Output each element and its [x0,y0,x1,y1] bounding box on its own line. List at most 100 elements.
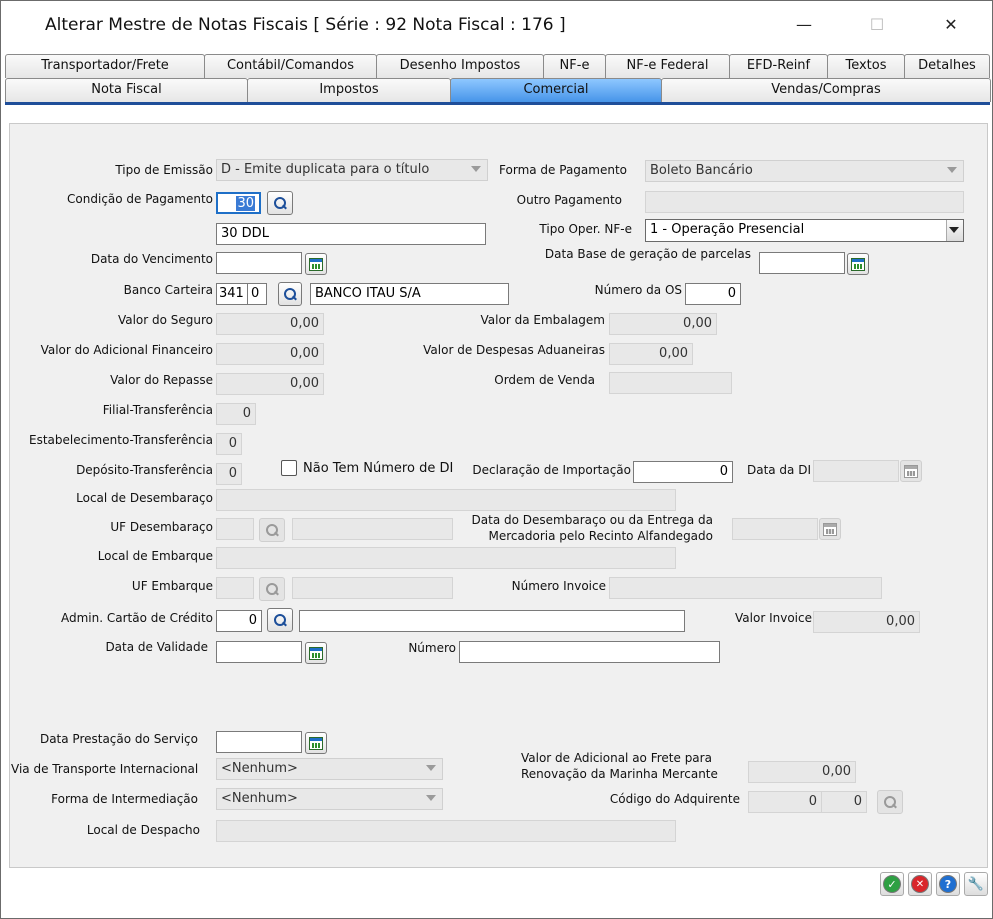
wrench-icon: 🔧 [967,876,985,892]
tipo-oper-value: 1 - Operação Presencial [650,222,805,237]
local-embarque-input[interactable] [216,547,676,569]
valor-adicional-input[interactable]: 0,00 [216,343,324,365]
numero-os-input[interactable]: 0 [685,283,741,305]
numero-invoice-label: Número Invoice [511,579,606,593]
outro-pagamento-input[interactable] [645,191,964,213]
codigo-adquirente-input-2[interactable]: 0 [821,791,867,813]
data-desembaraco-input[interactable] [732,518,818,540]
local-embarque-label: Local de Embarque [97,549,213,563]
uf-embarque-search-button[interactable] [259,577,285,601]
forma-pagamento-select[interactable]: Boleto Bancário [645,160,964,182]
tab-textos[interactable]: Textos [827,54,905,78]
uf-desembaraco-search-button[interactable] [259,518,285,542]
close-button[interactable]: ✕ [928,9,974,41]
condicao-pagamento-input[interactable]: 30 [216,192,261,214]
deposito-input[interactable]: 0 [216,463,242,485]
banco-input[interactable]: 341 [216,283,248,305]
help-button[interactable]: ? [936,872,960,896]
search-icon [273,613,287,627]
carteira-input[interactable]: 0 [247,283,267,305]
valor-despesas-input[interactable]: 0,00 [609,343,693,365]
valor-invoice-input[interactable]: 0,00 [813,611,920,633]
data-base-calendar-button[interactable] [847,253,869,275]
calendar-icon [309,646,323,660]
numero-input[interactable] [459,641,720,663]
chevron-down-icon [426,765,436,771]
valor-repasse-input[interactable]: 0,00 [216,373,324,395]
data-desembaraco-calendar-button[interactable] [819,518,841,540]
chevron-down-icon [426,795,436,801]
ordem-venda-input[interactable] [609,372,732,394]
data-prestacao-input[interactable] [216,731,302,753]
filial-input[interactable]: 0 [216,403,256,425]
codigo-adquirente-input-1[interactable]: 0 [748,791,822,813]
data-validade-input[interactable] [216,641,302,663]
tab-desenho-impostos[interactable]: Desenho Impostos [376,54,544,78]
uf-embarque-input[interactable] [216,577,254,599]
valor-adicional-label: Valor do Adicional Financeiro [40,343,213,357]
tab-nota-fiscal[interactable]: Nota Fiscal [5,78,248,102]
tab-comercial[interactable]: Comercial [450,78,662,105]
search-icon [283,287,297,301]
uf-embarque-desc-input[interactable] [292,577,453,599]
tipo-oper-select[interactable]: 1 - Operação Presencial [645,219,964,242]
uf-desembaraco-label: UF Desembaraço [110,520,213,534]
ok-button[interactable]: ✓ [880,872,904,896]
data-base-input[interactable] [759,252,845,274]
data-validade-calendar-button[interactable] [305,642,327,664]
local-despacho-input[interactable] [216,820,676,842]
nao-tem-di-label: Não Tem Número de DI [303,461,454,476]
uf-desembaraco-desc-input[interactable] [292,518,453,540]
banco-nome-input[interactable]: BANCO ITAU S/A [310,283,509,305]
tab-efd-reinf[interactable]: EFD-Reinf [729,54,828,78]
condicao-pagamento-label: Condição de Pagamento [67,192,213,206]
admin-cartao-input[interactable]: 0 [216,610,262,632]
numero-label: Número [408,641,456,655]
condicao-descricao-input[interactable]: 30 DDL [216,223,486,245]
data-vencimento-input[interactable] [216,252,302,274]
data-di-label: Data da DI [746,463,811,477]
tools-button[interactable]: 🔧 [964,872,988,896]
valor-seguro-input[interactable]: 0,00 [216,313,324,335]
estabelecimento-input[interactable]: 0 [216,433,242,455]
data-prestacao-calendar-button[interactable] [305,732,327,754]
tab-detalhes[interactable]: Detalhes [904,54,990,78]
admin-cartao-search-button[interactable] [267,608,293,632]
local-desembaraco-label: Local de Desembaraço [76,491,213,505]
codigo-adquirente-search-button[interactable] [877,790,903,814]
tab-vendas-compras[interactable]: Vendas/Compras [661,78,991,102]
data-di-calendar-button[interactable] [900,460,922,482]
valor-frete-label-line2: Renovação da Marinha Mercante [521,767,718,781]
cancel-button[interactable]: ✕ [908,872,932,896]
tipo-emissao-select[interactable]: D - Emite duplicata para o título [216,159,488,181]
nao-tem-di-checkbox[interactable] [281,460,297,476]
via-transporte-select[interactable]: <Nenhum> [216,758,443,780]
data-vencimento-calendar-button[interactable] [305,253,327,275]
codigo-adquirente-label: Código do Adquirente [609,792,740,806]
calendar-icon [851,257,865,271]
data-di-input[interactable] [813,460,899,482]
tab-impostos[interactable]: Impostos [247,78,451,102]
via-transporte-label: Via de Transporte Internacional [11,762,199,776]
valor-seguro-label: Valor do Seguro [117,313,213,327]
admin-cartao-desc-input[interactable] [299,610,685,632]
local-desembaraco-input[interactable] [216,489,676,511]
declaracao-input[interactable]: 0 [633,461,733,483]
banco-search-button[interactable] [278,282,302,306]
uf-desembaraco-input[interactable] [216,518,254,540]
tab-nfe[interactable]: NF-e [543,54,606,78]
tab-nfe-federal[interactable]: NF-e Federal [605,54,730,78]
uf-embarque-label: UF Embarque [131,579,213,593]
numero-invoice-input[interactable] [609,577,882,599]
forma-intermediacao-select[interactable]: <Nenhum> [216,788,443,810]
tab-contabil[interactable]: Contábil/Comandos [204,54,377,78]
search-icon [883,795,897,809]
valor-embalagem-input[interactable]: 0,00 [609,313,717,335]
deposito-label: Depósito-Transferência [76,463,213,477]
tab-transportador[interactable]: Transportador/Frete [5,54,205,78]
valor-frete-input[interactable]: 0,00 [748,761,856,783]
maximize-button[interactable]: ☐ [854,9,900,41]
condicao-search-button[interactable] [267,191,293,215]
minimize-button[interactable]: — [781,9,827,41]
main-window: Alterar Mestre de Notas Fiscais [ Série … [0,0,993,919]
